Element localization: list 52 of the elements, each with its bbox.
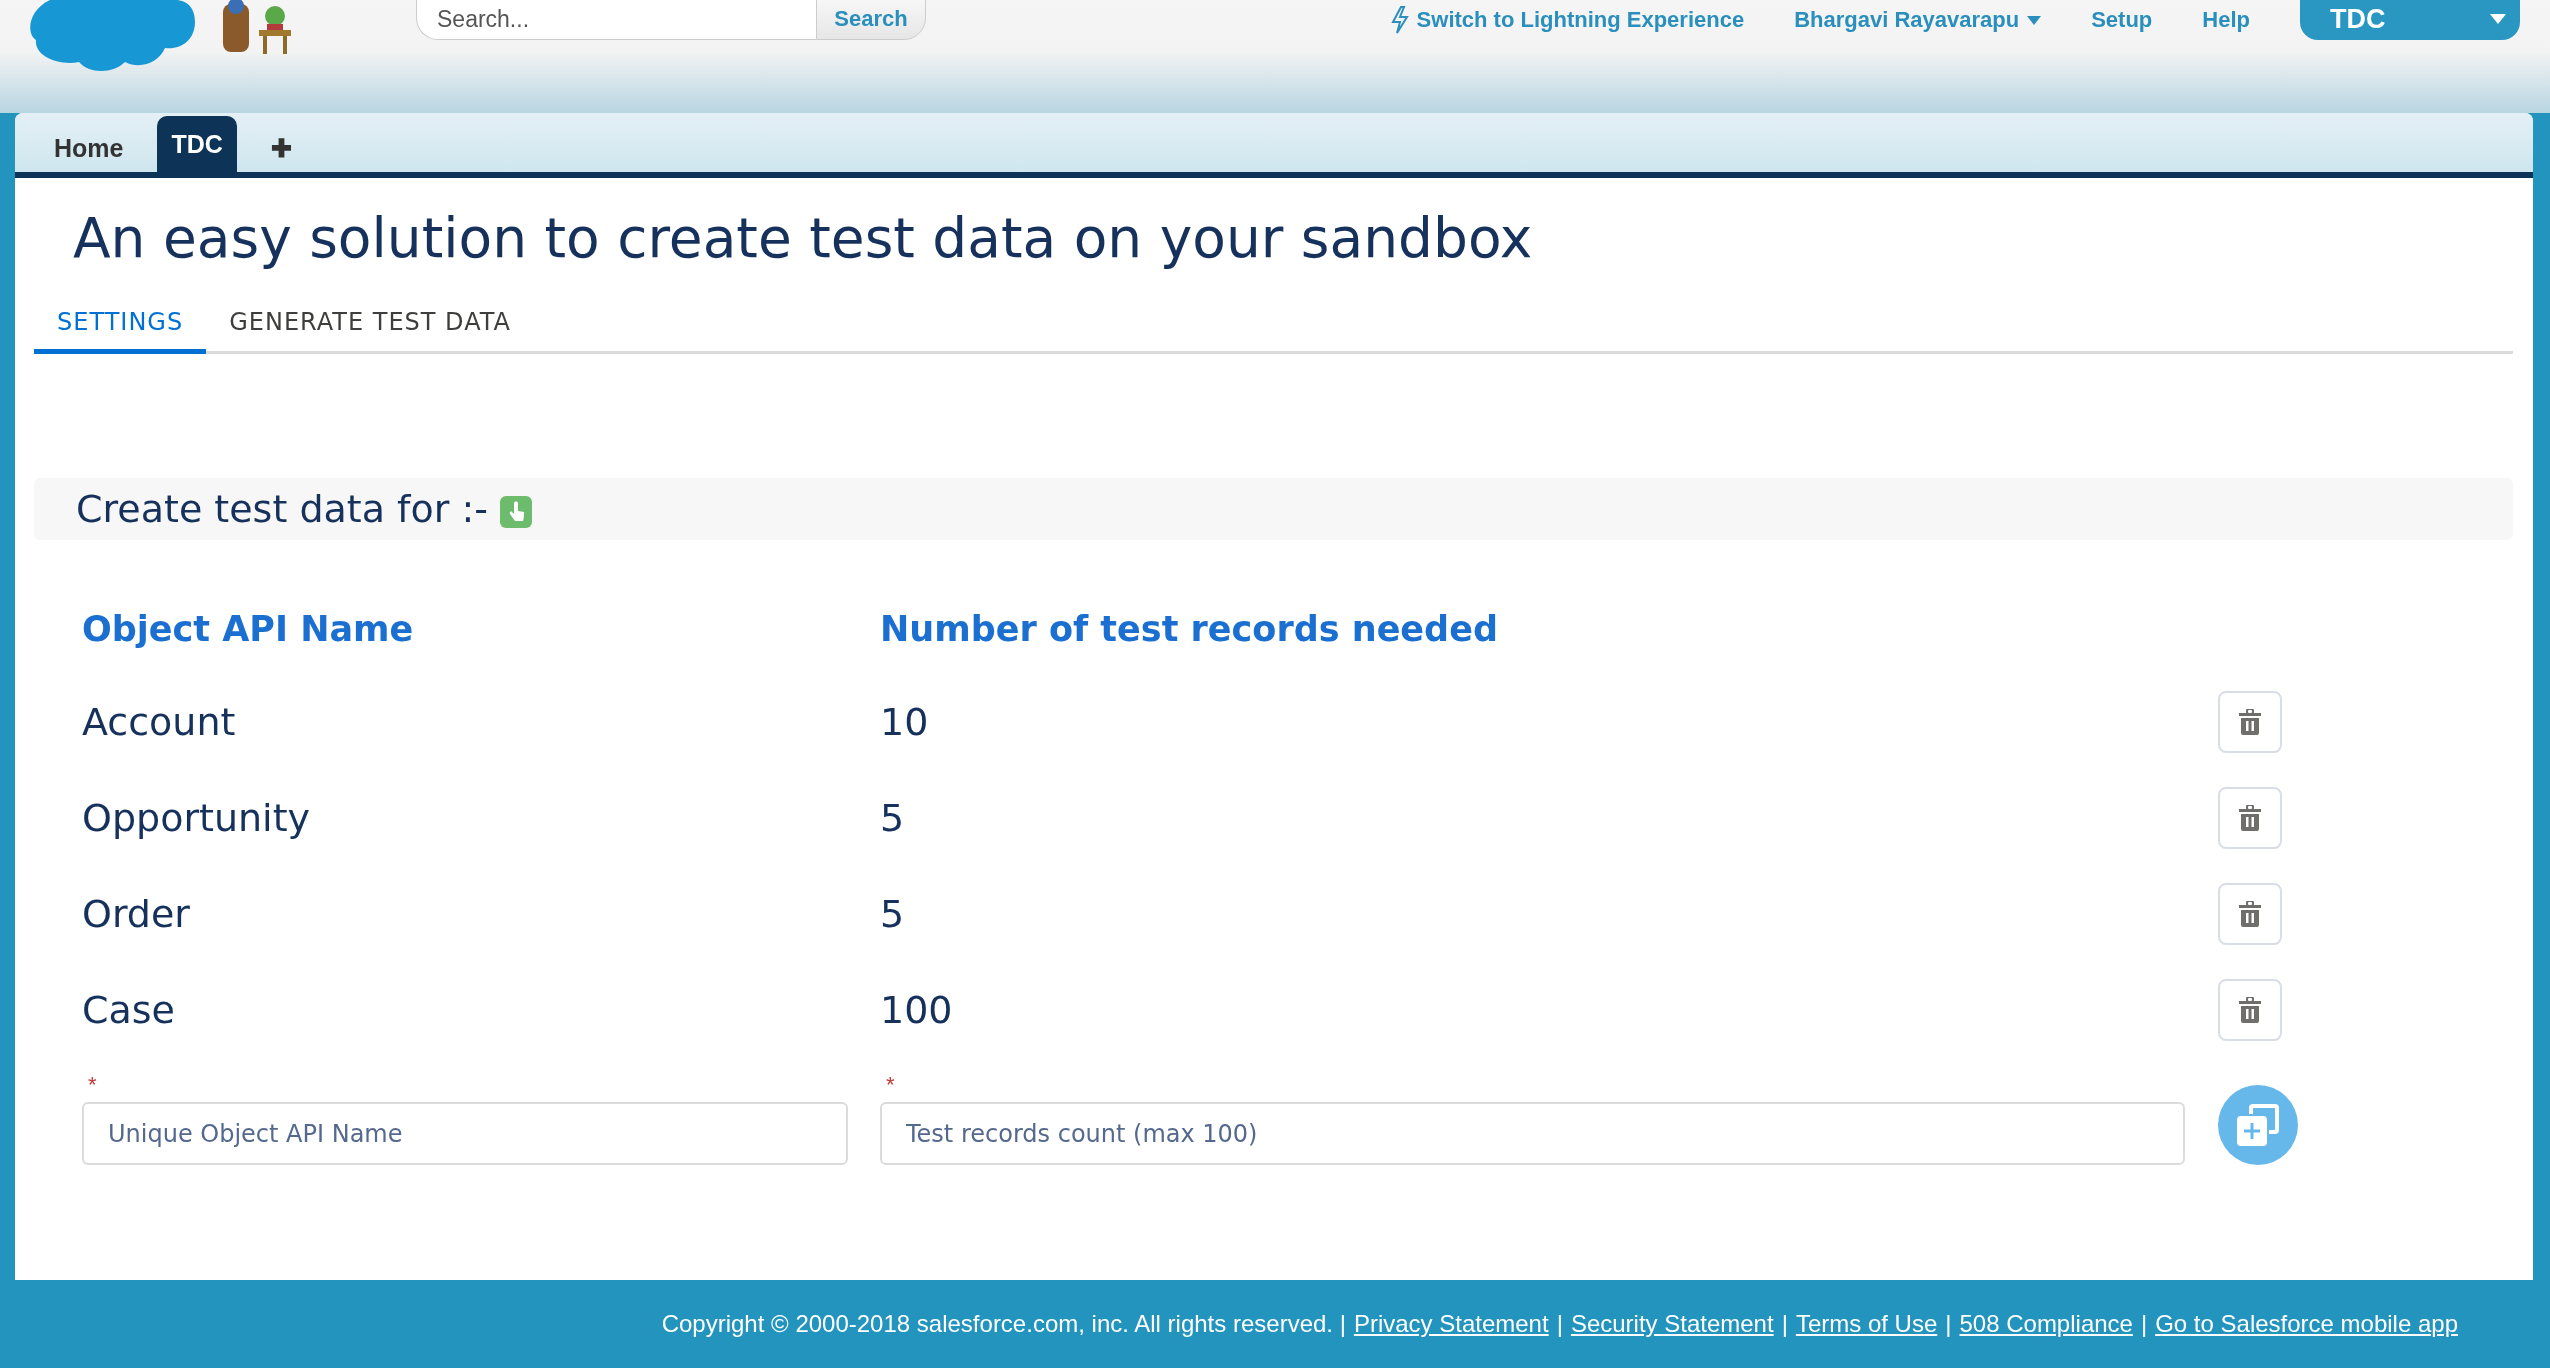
search-button[interactable]: Search [816,0,926,40]
footer-link[interactable]: Privacy Statement [1353,1310,1549,1338]
trash-icon [2239,997,2261,1023]
trash-icon [2239,901,2261,927]
column-header: Object API Name [82,608,415,651]
page-title: An easy solution to create test data on your sandbox [73,205,1534,272]
delete-button[interactable] [2218,979,2282,1041]
page-tab[interactable]: SETTINGS [34,294,207,354]
app-menu[interactable]: TDC [2300,0,2520,40]
header-link[interactable]: Bhargavi Rayavarapu [1794,7,2042,33]
delete-button[interactable] [2218,883,2282,945]
record-count: 10 [880,699,930,746]
section-title: Create test data for :- [76,487,488,531]
separator: | [2140,1310,2148,1338]
app-tab[interactable]: TDC [157,116,237,172]
input-field[interactable]: Unique Object API Name [82,1102,848,1165]
app-tab[interactable]: ✚ [256,124,306,172]
header-link[interactable]: Setup [2091,7,2153,33]
record-count: 100 [880,987,954,1034]
header-link[interactable]: Help [2202,7,2250,33]
search-field[interactable]: Search... [416,0,816,40]
caret-icon [2490,14,2506,24]
footer-link[interactable]: 508 Compliance [1959,1310,2133,1338]
lightning-icon [1390,6,1409,34]
cloud-logo[interactable] [30,0,195,72]
separator: | [1556,1310,1563,1338]
footer-link[interactable]: Terms of Use [1795,1310,1938,1338]
add-copy-icon [2235,1102,2281,1148]
trash-icon [2239,709,2261,735]
footer-link[interactable]: Security Statement [1570,1310,1774,1338]
separator: | [1781,1310,1788,1338]
copyright-text: Copyright © 2000-2018 salesforce.com, inc. All rights reserved. | [661,1310,1346,1338]
object-name: Opportunity [82,795,312,842]
input-field[interactable]: Test records count (max 100) [880,1102,2185,1165]
record-count: 5 [880,795,906,842]
pointer-hand-icon [499,496,532,528]
record-count: 5 [880,891,906,938]
trash-icon [2239,805,2261,831]
delete-button[interactable] [2218,691,2282,753]
object-name: Order [82,891,191,938]
caret-icon [2027,15,2042,25]
column-header: Number of test records needed [880,608,1499,651]
required-mark: * [886,1072,896,1099]
footer-link[interactable]: Go to Salesforce mobile app [2155,1310,2458,1338]
app-tab[interactable]: Home [40,124,138,172]
separator: | [1945,1310,1952,1338]
object-name: Case [82,987,176,1034]
required-mark: * [88,1072,98,1099]
header-link[interactable]: Switch to Lightning Experience [1390,6,1745,34]
delete-button[interactable] [2218,787,2282,849]
object-name: Account [82,699,237,746]
page-tab[interactable]: GENERATE TEST DATA [206,294,534,354]
